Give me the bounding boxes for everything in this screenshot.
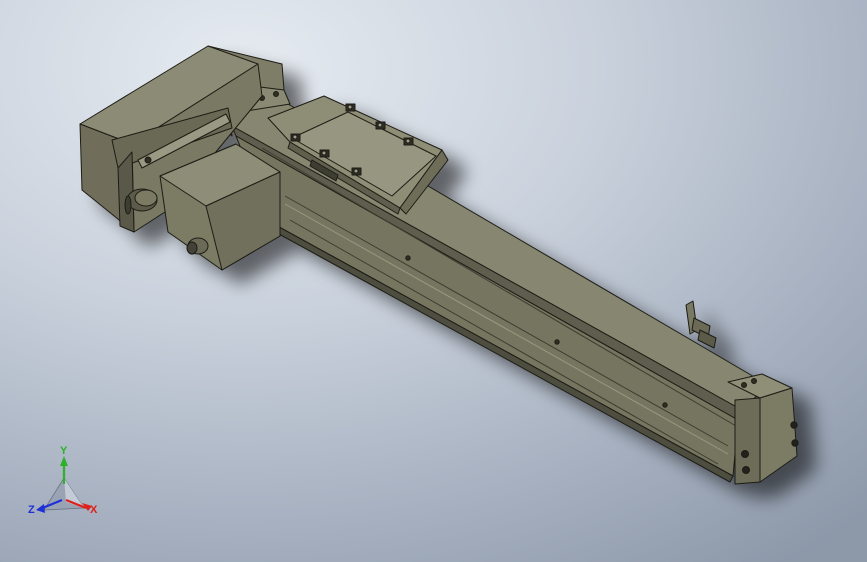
end-plate-hole bbox=[741, 382, 747, 388]
x-axis-label: X bbox=[90, 504, 98, 516]
end-plate-hole bbox=[791, 439, 799, 447]
carriage-hole bbox=[345, 103, 356, 112]
servo-motor[interactable] bbox=[79, 45, 281, 271]
linear-actuator-model[interactable] bbox=[0, 0, 867, 562]
rail-slot bbox=[231, 125, 743, 421]
y-axis-arrow bbox=[60, 456, 68, 466]
carriage-hole bbox=[403, 137, 414, 146]
rail-hole bbox=[554, 339, 560, 345]
carriage-hole bbox=[319, 149, 330, 158]
connector-plug bbox=[186, 237, 209, 255]
z-axis-label: Z bbox=[28, 504, 35, 516]
end-plate-hole bbox=[742, 466, 750, 474]
carriage-hole bbox=[290, 133, 301, 142]
end-plate-hole bbox=[741, 450, 749, 458]
mount-hole bbox=[273, 91, 279, 97]
end-plate-side bbox=[759, 387, 798, 483]
graphics-viewport[interactable]: Y X Z bbox=[0, 0, 867, 562]
z-axis-arrow bbox=[36, 504, 45, 513]
y-axis-label: Y bbox=[60, 445, 68, 457]
end-plate-hole bbox=[751, 378, 757, 384]
end-plate-hole bbox=[790, 421, 798, 429]
triad-graphic bbox=[36, 456, 92, 513]
orientation-triad: Y X Z bbox=[22, 445, 112, 528]
rail-hole bbox=[405, 255, 411, 261]
carriage-hole bbox=[351, 167, 362, 176]
rail-side-face bbox=[235, 135, 739, 477]
rail-hole bbox=[662, 402, 668, 408]
carriage-hole bbox=[375, 121, 386, 130]
